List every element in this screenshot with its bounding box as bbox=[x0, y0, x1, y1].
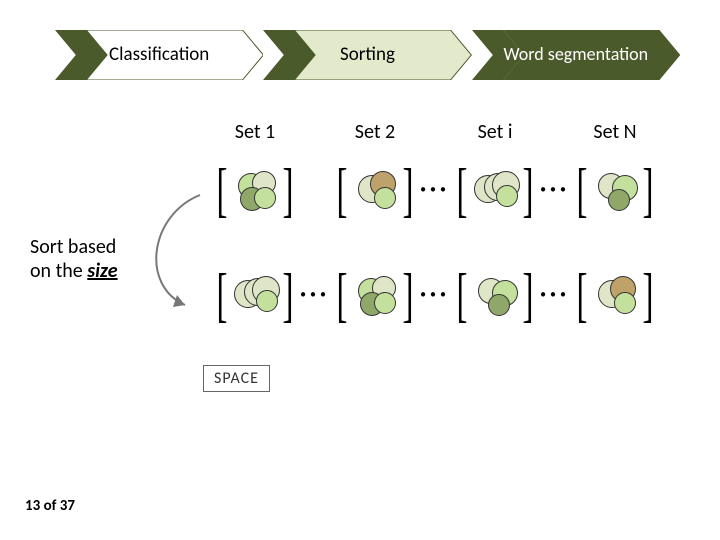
bracket-right-icon: ] bbox=[282, 280, 293, 310]
page-number: 13 of 37 bbox=[25, 497, 75, 515]
set-label: Set 1 bbox=[200, 120, 310, 144]
sort-label-emph: size bbox=[87, 259, 117, 283]
bracket-left-icon: [ bbox=[337, 280, 348, 310]
circle-cluster-icon bbox=[230, 270, 280, 320]
circle-cluster-icon bbox=[350, 165, 400, 215]
sort-label: Sort based on the size bbox=[30, 235, 118, 283]
bracket-left-icon: [ bbox=[457, 280, 468, 310]
bracket-left-icon: [ bbox=[337, 175, 348, 205]
bracket-left-icon: [ bbox=[577, 175, 588, 205]
circle-cluster-icon bbox=[230, 165, 280, 215]
bracket-right-icon: ] bbox=[402, 175, 413, 205]
set-label: Set i bbox=[440, 120, 550, 144]
bracket-left-icon: [ bbox=[217, 280, 228, 310]
cluster-cell: []••• bbox=[440, 165, 550, 215]
nav-sorting: Sorting bbox=[263, 30, 471, 80]
bracket-left-icon: [ bbox=[217, 175, 228, 205]
clusters-row-1: [][]•••[]•••[] bbox=[200, 165, 670, 215]
cluster-cell: [] bbox=[560, 270, 670, 320]
circle-cluster-icon bbox=[590, 165, 640, 215]
bracket-right-icon: ] bbox=[402, 280, 413, 310]
circle-cluster-icon bbox=[470, 270, 520, 320]
space-box: SPACE bbox=[203, 365, 270, 392]
bracket-right-icon: ] bbox=[282, 175, 293, 205]
set-label: Set N bbox=[560, 120, 670, 144]
nav-label: Word segmentation bbox=[503, 45, 648, 65]
set-labels-row: Set 1 Set 2 Set i Set N bbox=[200, 120, 670, 144]
nav-label: Classification bbox=[109, 45, 209, 66]
circle-cluster-icon bbox=[590, 270, 640, 320]
cluster-cell: [] bbox=[200, 165, 310, 215]
cluster-cell: [] bbox=[560, 165, 670, 215]
circle-cluster-icon bbox=[350, 270, 400, 320]
cluster-cell: []••• bbox=[200, 270, 310, 320]
bracket-right-icon: ] bbox=[642, 175, 653, 205]
set-label: Set 2 bbox=[320, 120, 430, 144]
nav-word-segmentation: Word segmentation bbox=[472, 30, 680, 80]
nav-chevrons: Classification Sorting Word segmentation bbox=[55, 30, 680, 80]
bracket-left-icon: [ bbox=[577, 280, 588, 310]
bracket-right-icon: ] bbox=[522, 280, 533, 310]
nav-classification: Classification bbox=[55, 30, 263, 80]
nav-label: Sorting bbox=[340, 45, 395, 66]
cluster-cell: []••• bbox=[320, 165, 430, 215]
cluster-cell: []••• bbox=[320, 270, 430, 320]
circle-cluster-icon bbox=[470, 165, 520, 215]
cluster-cell: []••• bbox=[440, 270, 550, 320]
clusters-row-2: []•••[]•••[]•••[] bbox=[200, 270, 670, 320]
bracket-right-icon: ] bbox=[642, 280, 653, 310]
bracket-right-icon: ] bbox=[522, 175, 533, 205]
bracket-left-icon: [ bbox=[457, 175, 468, 205]
